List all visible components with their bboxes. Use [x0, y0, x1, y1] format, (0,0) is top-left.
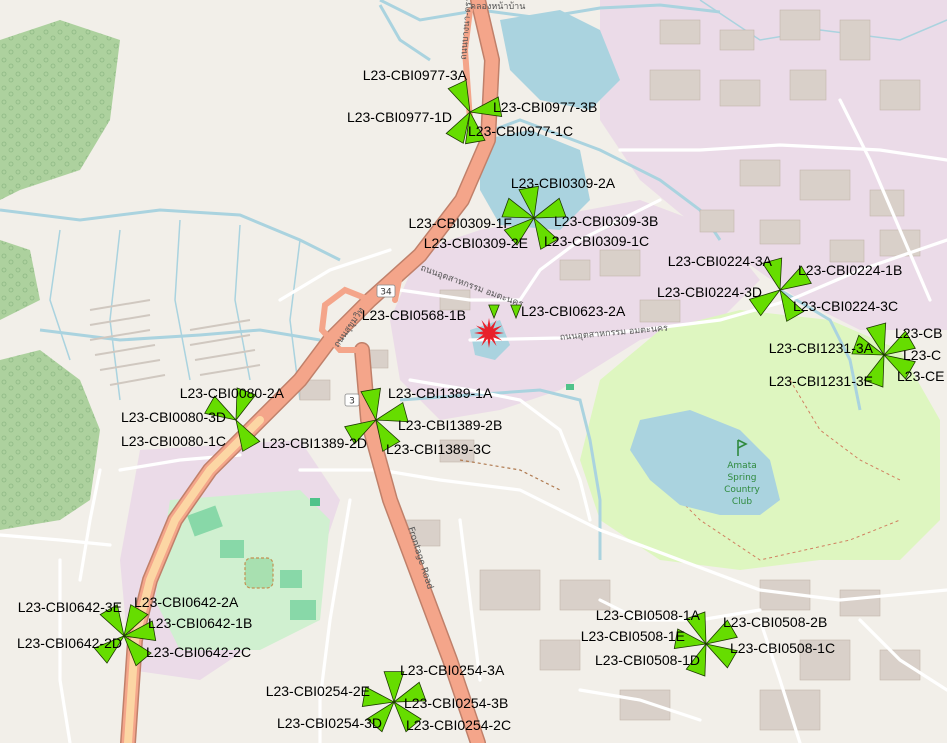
- school-building-3: [280, 570, 302, 588]
- sector-label: L23-CBI0224-1B: [798, 262, 902, 278]
- sector-label: L23-CBI0080-2A: [180, 385, 285, 401]
- sector-label: L23-CBI0254-3B: [404, 695, 508, 711]
- sector-label: L23-CBI0254-3A: [400, 662, 505, 678]
- sector-label: L23-CBI0642-2A: [134, 594, 239, 610]
- sector-label: L23-CBI0642-2D: [17, 635, 122, 651]
- sector-label: L23-CBI1231-3E: [769, 373, 873, 389]
- road-shield-3-label: 3: [349, 397, 355, 407]
- sector-label: L23-CBI0224-3C: [793, 298, 898, 314]
- sector-label: L23-CBI0309-2E: [424, 235, 528, 251]
- sector-label: L23-CBI0977-3B: [493, 99, 597, 115]
- sector-label: L23-CBI0508-1A: [596, 607, 701, 623]
- sector-label: L23-CBI0977-3A: [363, 67, 468, 83]
- sector-label: L23-CBI0080-3D: [121, 409, 226, 425]
- road-shield-34: 34: [376, 284, 396, 298]
- sector-label: L23-CBI1389-1A: [388, 385, 493, 401]
- sector-label: L23-CBI1389-2D: [262, 435, 367, 451]
- poi-amata-line1: Amata: [727, 461, 756, 471]
- green-marker-1: [566, 384, 574, 390]
- sector-label: L23-CE: [897, 368, 944, 384]
- sector-label: L23-CBI0642-2C: [146, 644, 251, 660]
- sector-label: L23-CBI0254-3D: [277, 715, 382, 731]
- road-shield-34-label: 34: [380, 288, 392, 298]
- sector-label: L23-CBI0508-1D: [595, 652, 700, 668]
- sector-label: L23-C: [903, 347, 941, 363]
- map-canvas[interactable]: 34 3 Frontage Road ถนนบางนา-ตราด ถนนสุขุ…: [0, 0, 947, 743]
- sector-label: L23-CBI0508-1C: [730, 640, 835, 656]
- sector-label: L23-CBI0309-3B: [554, 213, 658, 229]
- sector-label: L23-CBI0642-1B: [148, 615, 252, 631]
- sector-label: L23-CBI0623-2A: [521, 303, 626, 319]
- sector-label: L23-CBI0977-1C: [468, 123, 573, 139]
- sector-label: L23-CBI0254-2E: [266, 683, 370, 699]
- sector-label: L23-CBI0642-3E: [18, 599, 122, 615]
- road-label-canal: คลองหน้าบ้าน: [470, 1, 525, 12]
- sector-label: L23-CBI0309-2A: [511, 175, 616, 191]
- sector-label: L23-CBI1389-2B: [398, 417, 502, 433]
- sector-label: L23-CB: [895, 325, 942, 341]
- school-building-4: [290, 600, 316, 620]
- sector-label: L23-CBI0977-1D: [347, 109, 452, 125]
- poi-amata-line3: Country: [724, 485, 760, 495]
- sector-label: L23-CBI0224-3A: [668, 253, 773, 269]
- sector-label: L23-CBI0508-1E: [581, 628, 685, 644]
- sector-label: L23-CBI0568-1B: [362, 307, 466, 323]
- school-field: [244, 557, 274, 589]
- road-shield-3: 3: [344, 393, 360, 407]
- sector-label: L23-CBI0254-2C: [406, 717, 511, 733]
- sector-label: L23-CBI0080-1C: [121, 433, 226, 449]
- sector-label: L23-CBI0309-1F: [408, 215, 512, 231]
- poi-amata-line2: Spring: [727, 473, 756, 483]
- school-building-2: [220, 540, 244, 558]
- sector-label: L23-CBI0508-2B: [723, 614, 827, 630]
- map-svg: 34 3 Frontage Road ถนนบางนา-ตราด ถนนสุขุ…: [0, 0, 947, 743]
- sector-label: L23-CBI1389-3C: [386, 441, 491, 457]
- poi-amata-line4: Club: [732, 497, 752, 507]
- green-marker-2: [310, 498, 320, 506]
- sector-label: L23-CBI0224-3D: [657, 284, 762, 300]
- sector-label: L23-CBI1231-3A: [769, 340, 874, 356]
- sector-label: L23-CBI0309-1C: [544, 233, 649, 249]
